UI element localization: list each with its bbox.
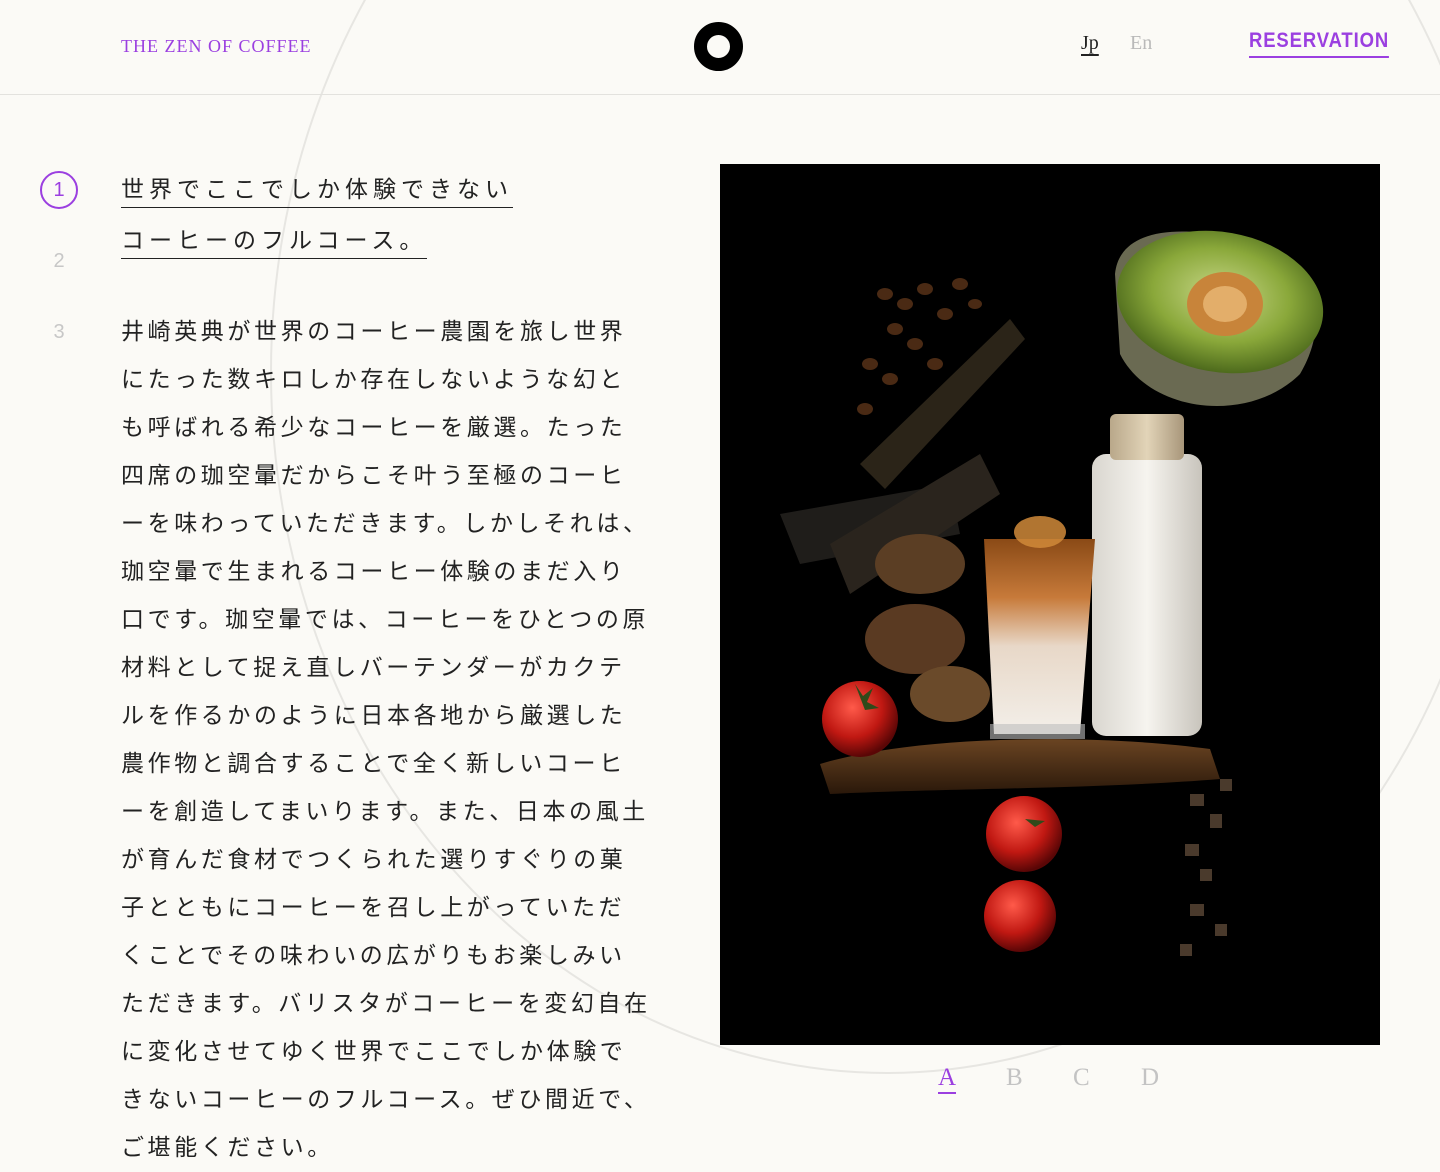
site-header: THE ZEN OF COFFEE Jp En RESERVATION <box>0 0 1440 95</box>
gallery-photo <box>720 164 1380 1045</box>
brand-link[interactable]: THE ZEN OF COFFEE <box>121 36 312 57</box>
reservation-link[interactable]: RESERVATION <box>1249 29 1390 58</box>
gallery-tab-d[interactable]: D <box>1141 1064 1159 1092</box>
step-1[interactable]: 1 <box>40 171 78 209</box>
language-jp-link[interactable]: Jp <box>1081 32 1099 55</box>
section-heading: 世界でここでしか体験できない コーヒーのフルコース。 <box>121 170 513 272</box>
step-3[interactable]: 3 <box>40 313 78 351</box>
ring-logo-icon[interactable] <box>694 22 743 71</box>
coffee-still-life-image <box>780 230 1324 956</box>
body-paragraph: 井崎英典が世界のコーヒー農園を旅し世界にたった数キロしか存在しないような幻とも呼… <box>121 319 651 1161</box>
heading-line-2: コーヒーのフルコース。 <box>121 221 428 259</box>
gallery-tab-a[interactable]: A <box>938 1064 957 1094</box>
language-en-link[interactable]: En <box>1130 32 1152 55</box>
gallery-tab-c[interactable]: C <box>1073 1064 1090 1092</box>
heading-line-1: 世界でここでしか体験できない <box>121 170 513 208</box>
gallery-tab-b[interactable]: B <box>1006 1064 1023 1092</box>
step-2[interactable]: 2 <box>40 242 78 280</box>
